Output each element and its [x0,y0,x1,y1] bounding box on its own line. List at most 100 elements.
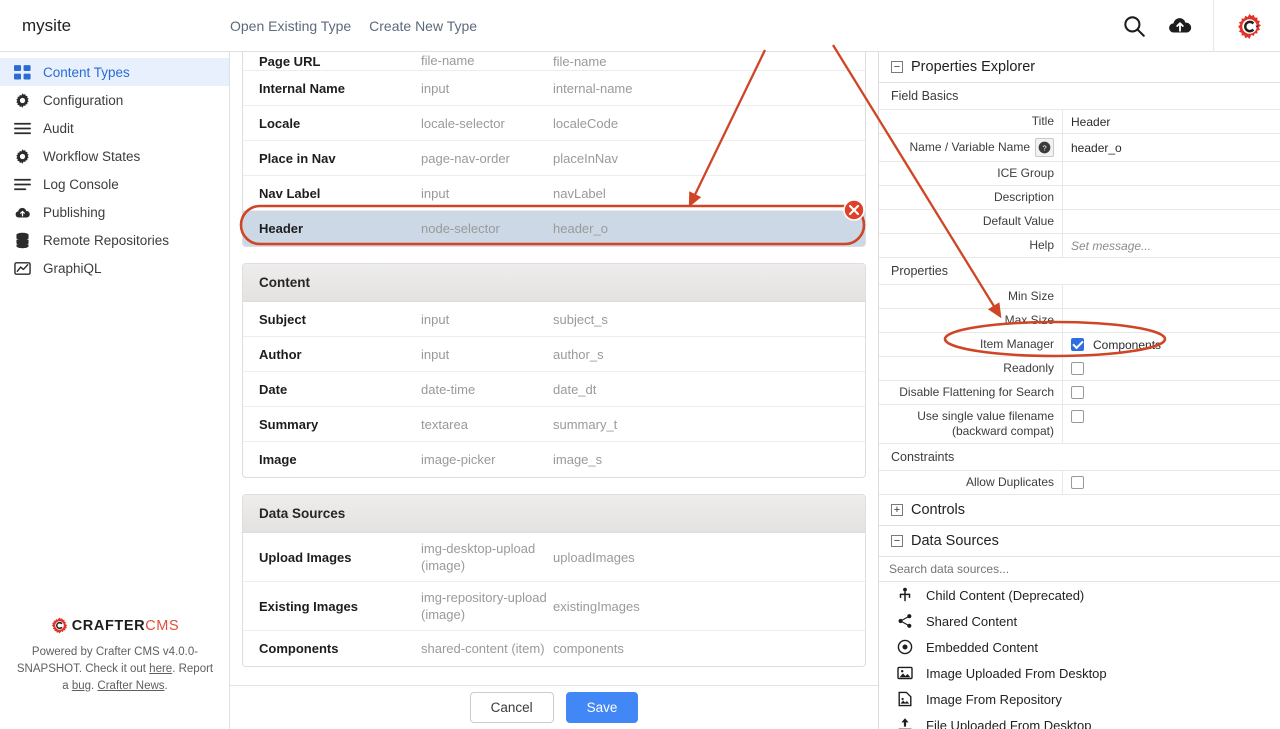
data-source-item-file-uploaded-from-desktop[interactable]: File Uploaded From Desktop [879,712,1280,729]
field-title: Locale [259,115,301,131]
form-scroll-area[interactable]: Page URL file-name file-name Internal Na… [230,52,878,685]
footer-link-here[interactable]: here [149,663,172,675]
property-row-help[interactable]: Help Set message... [879,234,1280,258]
collapse-minus-icon[interactable]: − [891,535,903,547]
property-value[interactable] [1063,309,1280,332]
sidebar-item-label: Content Types [43,64,130,80]
top-nav: Open Existing Type Create New Type [230,18,477,34]
svg-text:?: ? [1042,143,1046,152]
property-row-readonly[interactable]: Readonly [879,357,1280,381]
property-row-title[interactable]: Title Header [879,110,1280,134]
property-row-disable-flattening[interactable]: Disable Flattening for Search [879,381,1280,405]
sidebar-item-publishing[interactable]: Publishing [0,198,229,226]
field-variable: existingImages [553,598,640,614]
sidebar-item-label: Publishing [43,204,106,220]
publish-cloud-icon[interactable] [1167,13,1193,39]
table-row[interactable]: Page URL file-name file-name [243,52,865,71]
data-sources-title: Data Sources [911,533,999,549]
database-icon [14,232,31,249]
section-heading-field-basics: Field Basics [879,83,1280,110]
item-manager-checkbox[interactable] [1071,338,1084,351]
data-source-item-shared-content[interactable]: Shared Content [879,608,1280,634]
footer-link-bug[interactable]: bug [72,680,91,692]
footer-text-4: . [164,680,168,692]
table-row[interactable]: Existing Images img-repository-upload (i… [243,582,865,631]
field-variable: navLabel [553,185,606,201]
property-row-ice-group[interactable]: ICE Group [879,162,1280,186]
table-row[interactable]: Place in Nav page-nav-order placeInNav [243,141,865,176]
property-row-name-variable-name[interactable]: Name / Variable Name ? header_o [879,134,1280,162]
table-row[interactable]: Upload Images img-desktop-upload (image)… [243,533,865,582]
search-icon[interactable] [1121,13,1147,39]
cancel-button[interactable]: Cancel [469,692,554,723]
disable-flattening-checkbox[interactable] [1071,386,1084,399]
sidebar-item-graphiql[interactable]: GraphiQL [0,254,229,282]
data-source-item-image-from-repository[interactable]: Image From Repository [879,686,1280,712]
field-title: Nav Label [259,185,321,201]
table-row[interactable]: Summary textarea summary_t [243,407,865,442]
table-row-header-selected[interactable]: Header node-selector header_o [243,211,865,246]
site-brand[interactable]: mysite [0,16,230,36]
property-value [1063,405,1280,443]
nav-create-new-type[interactable]: Create New Type [369,18,477,34]
sidebar-item-remote-repositories[interactable]: Remote Repositories [0,226,229,254]
sidebar-item-audit[interactable]: Audit [0,114,229,142]
readonly-checkbox[interactable] [1071,362,1084,375]
section-heading-constraints: Constraints [879,444,1280,471]
sidebar-item-log-console[interactable]: Log Console [0,170,229,198]
table-row[interactable]: Image image-picker image_s [243,442,865,477]
property-value[interactable]: Header [1063,110,1280,133]
field-title: Author [259,346,302,362]
property-value[interactable]: header_o [1063,134,1280,161]
expand-plus-icon[interactable]: + [891,504,903,516]
property-value[interactable] [1063,210,1280,233]
table-row[interactable]: Nav Label input navLabel [243,176,865,211]
property-row-allow-duplicates[interactable]: Allow Duplicates [879,471,1280,495]
table-row[interactable]: Internal Name input internal-name [243,71,865,106]
property-label: Max Size [879,309,1063,332]
table-row[interactable]: Subject input subject_s [243,302,865,337]
property-value[interactable] [1063,186,1280,209]
field-variable: file-name [553,54,607,69]
table-row[interactable]: Date date-time date_dt [243,372,865,407]
property-value[interactable]: Set message... [1063,234,1280,257]
data-sources-accordion-header[interactable]: − Data Sources [879,526,1280,557]
save-button[interactable]: Save [565,692,639,723]
field-variable: image_s [553,452,603,467]
collapse-minus-icon[interactable]: − [891,61,903,73]
sidebar-item-workflow-states[interactable]: Workflow States [0,142,229,170]
footer-link-crafter-news[interactable]: Crafter News [97,680,164,692]
property-value[interactable] [1063,162,1280,185]
property-row-max-size[interactable]: Max Size [879,309,1280,333]
property-row-item-manager[interactable]: Item Manager Components [879,333,1280,357]
data-sources-search-input[interactable] [879,557,1280,582]
sidebar-item-configuration[interactable]: Configuration [0,86,229,114]
property-row-default-value[interactable]: Default Value [879,210,1280,234]
allow-duplicates-checkbox[interactable] [1071,476,1084,489]
image-icon [897,665,913,681]
properties-explorer-header[interactable]: − Properties Explorer [879,52,1280,83]
data-source-item-child-content[interactable]: Child Content (Deprecated) [879,582,1280,608]
property-row-single-value-filename[interactable]: Use single value filename (backward comp… [879,405,1280,444]
section-heading: Data Sources [243,495,865,533]
help-icon[interactable]: ? [1035,138,1054,157]
property-row-description[interactable]: Description [879,186,1280,210]
field-variable: summary_t [553,416,618,432]
sidebar-item-label: Configuration [43,92,124,108]
table-row[interactable]: Locale locale-selector localeCode [243,106,865,141]
table-row[interactable]: Author input author_s [243,337,865,372]
nav-open-existing-type[interactable]: Open Existing Type [230,18,351,34]
sidebar-item-content-types[interactable]: Content Types [0,58,229,86]
single-value-filename-checkbox[interactable] [1071,410,1084,423]
crafter-logo-icon[interactable] [1236,13,1262,39]
sidebar-footer: CRAFTERCMS Powered by Crafter CMS v4.0.0… [0,617,230,695]
property-row-min-size[interactable]: Min Size [879,285,1280,309]
field-title: Header [259,221,304,236]
data-source-item-embedded-content[interactable]: Embedded Content [879,634,1280,660]
data-source-item-image-uploaded-from-desktop[interactable]: Image Uploaded From Desktop [879,660,1280,686]
controls-accordion-header[interactable]: + Controls [879,495,1280,526]
property-value[interactable] [1063,285,1280,308]
field-type: img-repository-upload (image) [421,590,547,622]
crafter-gear-icon [51,617,67,634]
table-row[interactable]: Components shared-content (item) compone… [243,631,865,666]
